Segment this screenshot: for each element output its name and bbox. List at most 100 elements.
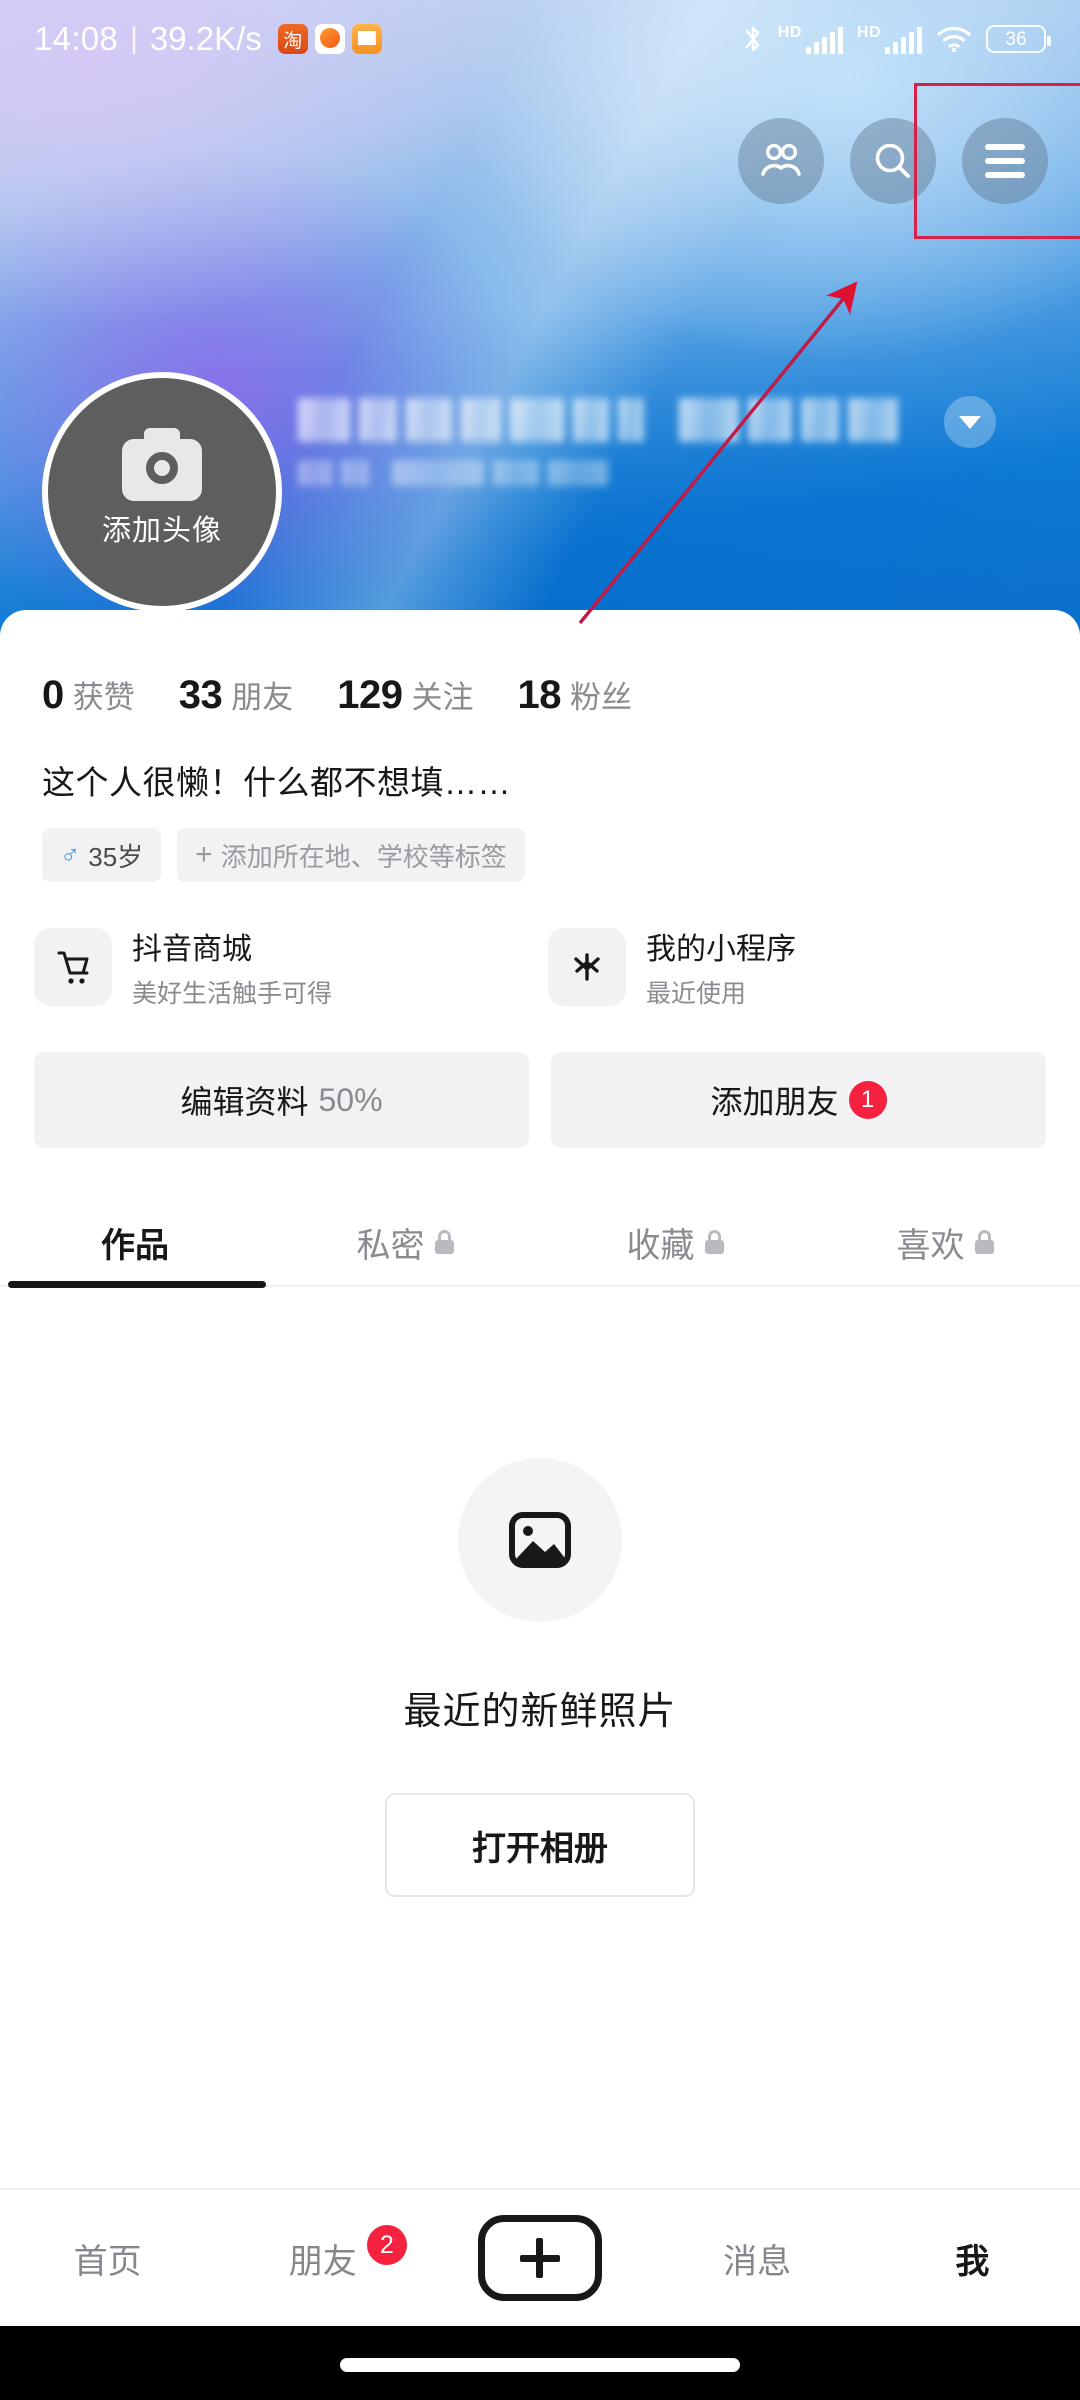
- add-friend-badge: 1: [848, 1081, 887, 1119]
- edit-profile-percent: 50%: [318, 1081, 383, 1118]
- network-speed-text: 39.2K/s: [149, 20, 262, 57]
- wifi-icon: [936, 25, 972, 53]
- nav-label: 首页: [73, 2242, 142, 2281]
- display-name-redacted: [298, 398, 918, 442]
- profile-stats: 0 获赞 33 朋友 129 关注 18 粉丝: [0, 610, 1080, 718]
- friends-icon: [761, 143, 801, 176]
- camera-icon: [122, 428, 202, 501]
- nav-friends[interactable]: 朋友 2: [263, 2189, 407, 2327]
- stat-label: 朋友: [231, 680, 294, 715]
- stat-value: 129: [337, 673, 403, 717]
- add-friend-button[interactable]: 添加朋友 1: [551, 1052, 1046, 1148]
- chevron-down-icon: [959, 415, 981, 429]
- nav-create[interactable]: [477, 2189, 602, 2327]
- status-separator: |: [130, 22, 138, 55]
- stat-friends[interactable]: 33 朋友: [179, 672, 294, 718]
- shopping-cart-icon: [34, 928, 112, 1006]
- lock-icon: [974, 1230, 994, 1254]
- add-friend-label: 添加朋友: [710, 1084, 839, 1120]
- signal-bars-icon: [885, 26, 922, 54]
- friends-button[interactable]: [738, 118, 824, 204]
- profile-name-block[interactable]: [298, 398, 918, 504]
- tab-label: 私密: [356, 1226, 425, 1265]
- tab-likes[interactable]: 喜欢: [810, 1196, 1080, 1288]
- tab-works[interactable]: 作品: [0, 1196, 270, 1288]
- nav-home[interactable]: 首页: [48, 2189, 168, 2327]
- status-bar-left: 14:08 | 39.2K/s: [34, 20, 382, 58]
- tab-active-indicator: [8, 1281, 266, 1288]
- search-button[interactable]: [850, 118, 936, 204]
- bluetooth-icon: [742, 23, 764, 55]
- service-entries: 抖音商城 美好生活触手可得 我的小程序 最近使用: [0, 882, 1080, 1010]
- hamburger-menu-icon: [985, 144, 1025, 178]
- status-bar: 14:08 | 39.2K/s HD HD: [0, 0, 1080, 78]
- lock-icon: [434, 1230, 454, 1254]
- content-tabs: 作品 私密 收藏 喜欢: [0, 1196, 1080, 1288]
- stat-likes[interactable]: 0 获赞: [42, 672, 135, 718]
- tab-private[interactable]: 私密: [270, 1196, 540, 1288]
- header-actions: [738, 83, 1080, 239]
- service-shop[interactable]: 抖音商城 美好生活触手可得: [34, 924, 532, 1010]
- male-gender-icon: ♂: [60, 839, 81, 870]
- status-time: 14:08: [34, 20, 119, 57]
- nav-label: 消息: [723, 2242, 792, 2281]
- tag-add-info[interactable]: + 添加所在地、学校等标签: [177, 828, 525, 882]
- sim2-signal: HD: [856, 23, 922, 54]
- username-redacted: [298, 460, 918, 486]
- nav-friends-badge: 2: [366, 2225, 407, 2265]
- stat-followers[interactable]: 18 粉丝: [518, 672, 633, 718]
- stat-value: 18: [517, 673, 562, 717]
- open-album-button[interactable]: 打开相册: [385, 1793, 695, 1897]
- plus-create-icon: [477, 2215, 602, 2301]
- menu-button-wrapper: [914, 83, 1080, 239]
- tag-age[interactable]: ♂ 35岁: [42, 828, 162, 882]
- photo-placeholder-icon: [458, 1458, 622, 1622]
- signal-bars-icon: [805, 26, 843, 54]
- lock-icon: [704, 1230, 724, 1254]
- nav-label: 朋友: [288, 2242, 357, 2281]
- service-subtitle: 最近使用: [646, 980, 747, 1008]
- service-title: 我的小程序: [646, 933, 796, 966]
- battery-icon: 36: [986, 25, 1051, 53]
- search-icon: [875, 143, 910, 178]
- profile-bio[interactable]: 这个人很懒！什么都不想填……: [0, 718, 1080, 804]
- gesture-home-indicator[interactable]: [340, 2358, 740, 2372]
- orange-app-icon: [314, 24, 345, 54]
- nav-messages[interactable]: 消息: [697, 2189, 817, 2327]
- stat-following[interactable]: 129 关注: [337, 672, 473, 718]
- system-gesture-area: [0, 2326, 1080, 2400]
- sim2-hd-label: HD: [856, 23, 881, 41]
- tab-label: 收藏: [626, 1226, 695, 1265]
- service-shop-text: 抖音商城 美好生活触手可得: [132, 924, 332, 1010]
- profile-content-panel: 0 获赞 33 朋友 129 关注 18 粉丝 这个人很懒！什么都不想填…… ♂…: [0, 610, 1080, 2400]
- profile-action-buttons: 编辑资料 50% 添加朋友 1: [0, 1010, 1080, 1148]
- battery-level-text: 36: [1005, 28, 1027, 50]
- nav-label: 我: [955, 2242, 990, 2281]
- edit-profile-button[interactable]: 编辑资料 50%: [34, 1052, 529, 1148]
- stat-value: 0: [42, 673, 64, 717]
- sim1-hd-label: HD: [777, 23, 802, 41]
- profile-tags: ♂ 35岁 + 添加所在地、学校等标签: [0, 804, 1080, 882]
- tag-age-label: 35岁: [88, 841, 144, 872]
- service-mini-program-text: 我的小程序 最近使用: [646, 924, 796, 1010]
- service-title: 抖音商城: [132, 933, 252, 966]
- plus-icon: +: [195, 838, 213, 871]
- message-app-icon: [351, 24, 382, 54]
- service-mini-program[interactable]: 我的小程序 最近使用: [548, 924, 1046, 1010]
- stat-label: 关注: [411, 680, 474, 715]
- status-bar-right: HD HD 36: [742, 23, 1051, 55]
- tab-favorites[interactable]: 收藏: [540, 1196, 810, 1288]
- stat-value: 33: [178, 673, 223, 717]
- service-subtitle: 美好生活触手可得: [132, 980, 333, 1008]
- empty-state-title: 最近的新鲜照片: [403, 1691, 677, 1733]
- avatar[interactable]: 添加头像: [42, 372, 282, 612]
- tag-add-label: 添加所在地、学校等标签: [220, 841, 507, 872]
- nav-me[interactable]: 我: [912, 2189, 1032, 2327]
- tab-label: 作品: [101, 1226, 169, 1265]
- phone-screen: 14:08 | 39.2K/s HD HD: [0, 0, 1080, 2400]
- avatar-label: 添加头像: [101, 515, 222, 547]
- expand-profile-button[interactable]: [944, 396, 996, 448]
- tab-label: 喜欢: [896, 1226, 965, 1265]
- bottom-navigation: 首页 朋友 2 消息 我: [0, 2188, 1080, 2326]
- hamburger-menu-button[interactable]: [962, 118, 1048, 204]
